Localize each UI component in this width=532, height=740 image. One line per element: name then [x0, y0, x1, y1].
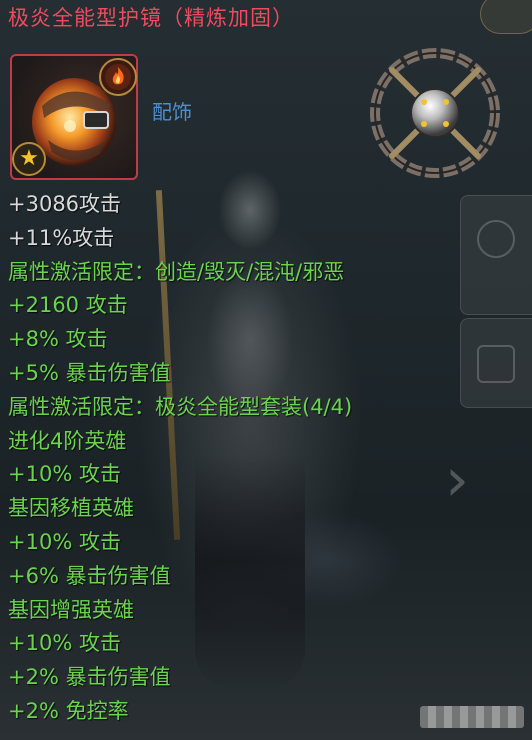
- stat-line: 基因增强英雄: [8, 597, 134, 622]
- watermark: [420, 706, 524, 728]
- top-corner-button[interactable]: [480, 0, 532, 34]
- stat-list: +3086攻击 +11%攻击 属性激活限定：创造/毁灭/混沌/邪恶 +2160 …: [8, 188, 352, 729]
- stat-line: 基因移植英雄: [8, 496, 134, 521]
- chained-orb-set-icon: [370, 48, 500, 178]
- item-category: 配饰: [152, 100, 192, 124]
- stat-line: +2160 攻击: [8, 293, 128, 318]
- stat-line: 属性激活限定：创造/毁灭/混沌/邪恶: [8, 259, 345, 284]
- stat-line: +10% 攻击: [8, 631, 121, 656]
- stat-line: +6% 暴击伤害值: [8, 563, 171, 588]
- item-name: 极炎全能型护镜（精炼加固）: [8, 6, 294, 30]
- star-icon: ★: [12, 142, 46, 176]
- next-arrow-icon[interactable]: ›: [445, 445, 485, 515]
- stat-line: +5% 暴击伤害值: [8, 360, 171, 385]
- profile-icon: [477, 220, 515, 258]
- stat-line: +2% 免控率: [8, 698, 129, 723]
- stat-line: 属性激活限定：极炎全能型套装(4/4): [8, 394, 353, 419]
- stat-line: +2% 暴击伤害值: [8, 665, 171, 690]
- stat-line: +11%攻击: [8, 225, 115, 250]
- stat-line: +3086攻击: [8, 192, 122, 216]
- stat-line: 进化4阶英雄: [8, 428, 127, 453]
- fire-element-icon: [99, 58, 137, 96]
- side-tab-profile[interactable]: [460, 195, 532, 315]
- stat-line: +8% 攻击: [8, 327, 108, 352]
- side-tab-equipment[interactable]: [460, 318, 532, 408]
- equipment-icon: [477, 345, 515, 383]
- stat-line: +10% 攻击: [8, 462, 121, 487]
- stat-line: +10% 攻击: [8, 529, 121, 554]
